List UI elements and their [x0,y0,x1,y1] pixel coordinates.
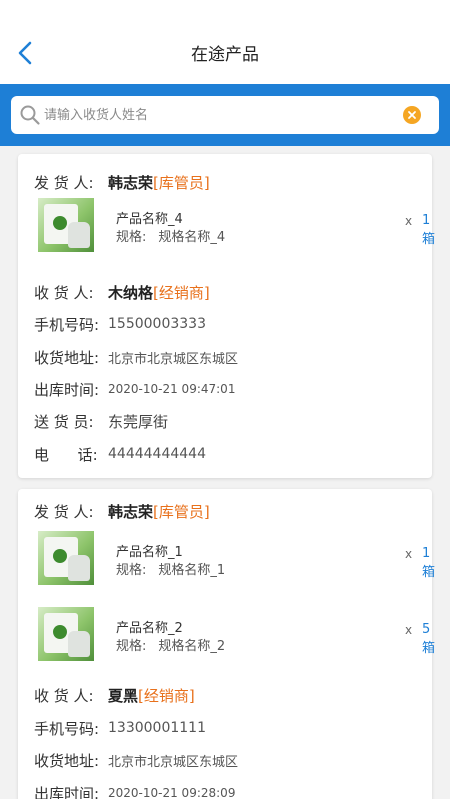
product-spec: 规格: 规格名称_1 [116,559,225,578]
product-spec: 规格: 规格名称_2 [116,635,225,654]
search-box [11,96,439,134]
spec-value: 规格名称_2 [158,639,226,654]
receiver-role: [经销商] [138,686,195,705]
out-time-row: 出库时间: 2020-10-21 09:28:09 [34,781,235,799]
courier-value: 东莞厚街 [108,412,169,431]
shipment-card[interactable]: 发 货 人: 韩志荣 [库管员] 产品名称_1 规格: 规格名称_1 x 1箱 产… [18,489,435,799]
tel-label: 电 话: [34,445,98,464]
page-title: 在途产品 [191,45,259,65]
out-time-label: 出库时间: [34,380,100,399]
shipment-card[interactable]: 发 货 人: 韩志荣 [库管员] 产品名称_4 规格: 规格名称_4 x 1箱 收… [18,154,435,478]
sender-label: 发 货 人: [34,173,94,192]
receiver-row: 收 货 人: 夏黑 [经销商] [34,683,195,707]
receiver-row: 收 货 人: 木纳格 [经销商] [34,280,210,304]
spec-value: 规格名称_1 [158,563,226,578]
phone-label: 手机号码: [34,719,100,738]
product-spec: 规格: 规格名称_4 [116,226,225,245]
tel-value[interactable]: 44444444444 [108,446,206,462]
sender-role: [库管员] [153,502,210,521]
product-item[interactable]: 产品名称_1 规格: 规格名称_1 x 1箱 [38,531,435,587]
spec-label: 规格: [116,563,147,578]
sender-role: [库管员] [153,173,210,192]
product-name: 产品名称_4 [116,212,183,227]
sender-name: 韩志荣 [108,502,154,521]
address-row: 收货地址: 北京市北京城区东城区 [34,345,238,369]
search-bar [0,84,450,146]
out-time-value: 2020-10-21 09:47:01 [108,382,236,396]
receiver-label: 收 货 人: [34,283,94,302]
product-quantity: 1箱 [422,213,436,247]
courier-label: 送 货 员: [34,412,94,431]
product-name: 产品名称_1 [116,545,183,560]
sender-row: 发 货 人: 韩志荣 [库管员] [34,499,210,523]
product-image [38,607,94,661]
phone-value[interactable]: 15500003333 [108,316,206,332]
spec-label: 规格: [116,230,147,245]
address-label: 收货地址: [34,348,100,367]
address-value: 北京市北京城区东城区 [108,351,239,367]
phone-value[interactable]: 13300001111 [108,720,206,736]
phone-label: 手机号码: [34,315,100,334]
times-sign: x [405,214,413,228]
address-row: 收货地址: 北京市北京城区东城区 [34,748,238,772]
times-sign: x [405,623,413,637]
product-image [38,198,94,252]
tel-row: 电 话: 44444444444 [34,442,206,466]
product-name: 产品名称_2 [116,621,183,636]
product-item[interactable]: 产品名称_4 规格: 规格名称_4 x 1箱 [38,198,435,254]
out-time-row: 出库时间: 2020-10-21 09:47:01 [34,377,235,401]
out-time-value: 2020-10-21 09:28:09 [108,786,236,799]
sender-name: 韩志荣 [108,173,154,192]
receiver-name: 木纳格 [108,283,154,302]
product-image [38,531,94,585]
sender-row: 发 货 人: 韩志荣 [库管员] [34,170,210,194]
spec-value: 规格名称_4 [158,230,226,245]
spec-label: 规格: [116,639,147,654]
phone-row: 手机号码: 13300001111 [34,716,206,740]
product-item[interactable]: 产品名称_2 规格: 规格名称_2 x 5箱 [38,607,435,663]
product-quantity: 5箱 [422,622,436,656]
sender-label: 发 货 人: [34,502,94,521]
close-icon [408,111,416,119]
receiver-label: 收 货 人: [34,686,94,705]
clear-icon[interactable] [403,106,421,124]
receiver-name: 夏黑 [108,686,139,705]
address-label: 收货地址: [34,751,100,770]
receiver-role: [经销商] [153,283,210,302]
out-time-label: 出库时间: [34,784,100,799]
search-icon [20,105,40,125]
search-input[interactable] [41,96,401,134]
courier-row: 送 货 员: 东莞厚街 [34,409,168,433]
phone-row: 手机号码: 15500003333 [34,312,206,336]
times-sign: x [405,547,413,561]
address-value: 北京市北京城区东城区 [108,754,239,770]
product-quantity: 1箱 [422,546,436,580]
navbar: 在途产品 [0,0,450,84]
